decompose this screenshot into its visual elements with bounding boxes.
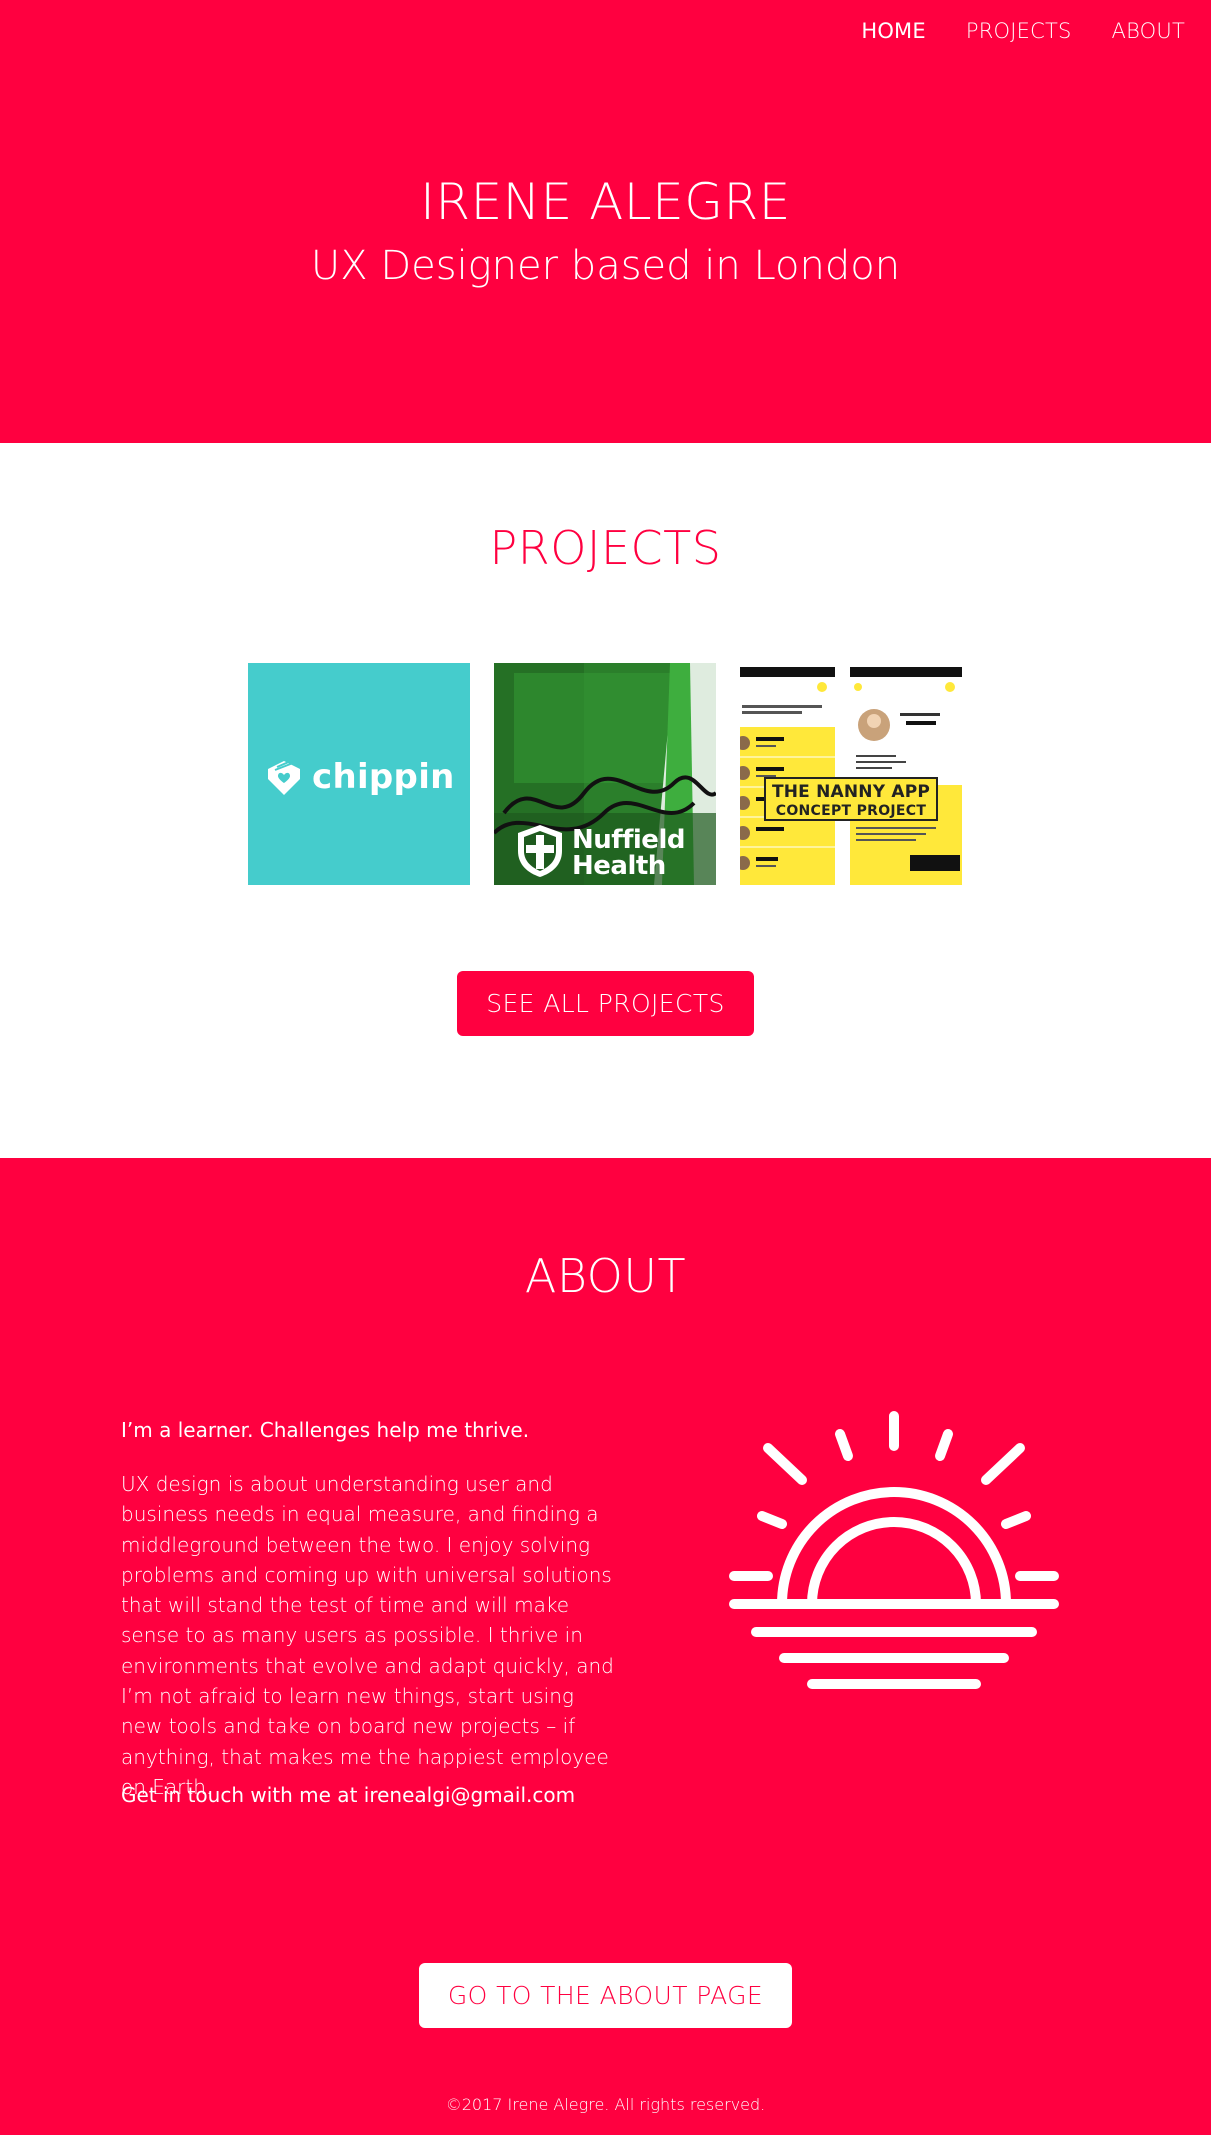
nav-item-home[interactable]: HOME xyxy=(861,18,926,44)
nanny-app-label: THE NANNY APP CONCEPT PROJECT xyxy=(764,777,938,821)
nanny-app-screen-profile xyxy=(850,667,962,885)
about-lead: I’m a learner. Challenges help me thrive… xyxy=(121,1418,530,1442)
project-tile-nanny-app[interactable]: THE NANNY APP CONCEPT PROJECT xyxy=(740,663,962,885)
footer-copyright: ©2017 Irene Alegre. All rights reserved. xyxy=(445,2095,766,2114)
nav-item-about[interactable]: ABOUT xyxy=(1112,18,1185,44)
page: HOME PROJECTS ABOUT IRENE ALEGRE UX Desi… xyxy=(0,0,1211,2135)
nav-item-projects[interactable]: PROJECTS xyxy=(966,18,1072,44)
price-tag-heart-icon xyxy=(268,760,300,795)
nuffield-wordmark-line2: Health xyxy=(572,851,666,881)
nuffield-wordmark-line1: Nuffield xyxy=(572,825,685,855)
about-section: ABOUT I’m a learner. Challenges help me … xyxy=(0,1158,1211,2135)
hero-subtitle: UX Designer based in London xyxy=(310,243,901,289)
projects-heading: PROJECTS xyxy=(489,521,722,575)
nanny-app-title: THE NANNY APP xyxy=(771,782,931,802)
hero-section: HOME PROJECTS ABOUT IRENE ALEGRE UX Desi… xyxy=(0,0,1211,443)
project-tile-chippin[interactable]: chippin xyxy=(248,663,470,885)
top-nav: HOME PROJECTS ABOUT xyxy=(861,18,1185,44)
nanny-app-profile-mockup xyxy=(850,667,962,885)
about-contact: Get in touch with me at irenealgi@gmail.… xyxy=(121,1783,576,1807)
about-body: UX design is about understanding user an… xyxy=(121,1472,614,1799)
nanny-app-matches-mockup xyxy=(740,667,835,885)
nanny-app-subtitle: CONCEPT PROJECT xyxy=(775,803,927,819)
see-all-projects-button[interactable]: SEE ALL PROJECTS xyxy=(457,971,754,1036)
shield-cross-icon xyxy=(518,825,562,877)
nuffield-wordmark: Nuffield Health xyxy=(572,827,685,879)
go-to-about-button[interactable]: GO TO THE ABOUT PAGE xyxy=(419,1963,792,2028)
sunrise-icon xyxy=(729,1411,1059,1689)
chippin-logo: chippin xyxy=(262,755,455,799)
about-heading: ABOUT xyxy=(524,1249,687,1303)
nanny-app-screen-matches xyxy=(740,667,835,885)
chippin-wordmark: chippin xyxy=(312,757,455,797)
hero-title: IRENE ALEGRE xyxy=(420,173,791,231)
project-tile-nuffield-health[interactable]: Nuffield Health xyxy=(494,663,716,885)
projects-section: PROJECTS chippin Nuffield Health THE NAN… xyxy=(0,443,1211,1158)
